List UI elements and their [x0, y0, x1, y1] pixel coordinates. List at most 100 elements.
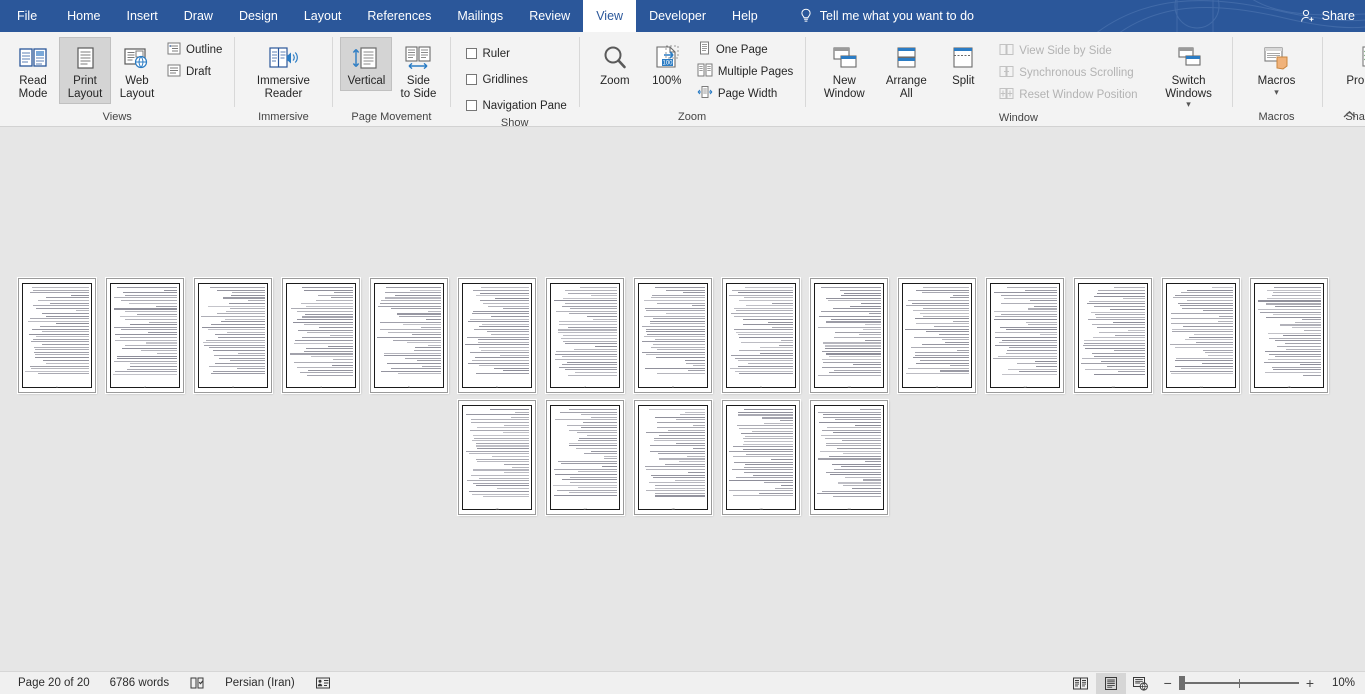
page-number: 10 [847, 385, 851, 389]
page-thumbnail[interactable]: 3 [194, 278, 272, 393]
read-mode-button[interactable]: Read Mode [7, 37, 59, 104]
page-thumbnail[interactable]: 15 [1250, 278, 1328, 393]
new-window-button[interactable]: New Window [813, 37, 875, 104]
tab-home[interactable]: Home [54, 0, 113, 32]
page-thumbnail[interactable]: 12 [986, 278, 1064, 393]
page-thumbnail[interactable]: 20 [810, 400, 888, 515]
tell-me-search[interactable]: Tell me what you want to do [799, 0, 974, 32]
page-thumbnail[interactable]: 18 [634, 400, 712, 515]
page-number: 16 [495, 507, 499, 511]
page-width-button[interactable]: Page Width [693, 83, 799, 104]
text-line [512, 466, 529, 468]
navigation-pane-checkbox[interactable]: Navigation Pane [462, 95, 572, 116]
share-button[interactable]: Share [1300, 0, 1355, 32]
page-thumbnail[interactable]: 7 [546, 278, 624, 393]
language-indicator[interactable]: Persian (Iran) [215, 677, 305, 689]
synchronous-scrolling-button[interactable]: Synchronous Scrolling [995, 62, 1143, 83]
arrange-all-button[interactable]: Arrange All [875, 37, 937, 104]
accessibility-button[interactable] [305, 676, 341, 690]
page-thumbnail[interactable]: 14 [1162, 278, 1240, 393]
tab-layout[interactable]: Layout [291, 0, 355, 32]
page-thumbnail[interactable]: 17 [546, 400, 624, 515]
text-line [305, 348, 353, 350]
reset-window-position-button[interactable]: Reset Window Position [995, 84, 1143, 105]
page-number: 1 [56, 385, 58, 389]
text-line [204, 344, 265, 346]
page-thumbnail[interactable]: 19 [722, 400, 800, 515]
text-line [821, 366, 881, 369]
tab-view[interactable]: View [583, 0, 637, 32]
page-thumbnail[interactable]: 6 [458, 278, 536, 393]
view-side-by-side-button[interactable]: View Side by Side [995, 40, 1143, 61]
page-thumbnail[interactable]: 16 [458, 400, 536, 515]
page-thumbnail[interactable]: 2 [106, 278, 184, 393]
page-thumbnail[interactable]: 8 [634, 278, 712, 393]
page-content [550, 405, 620, 510]
text-line [35, 336, 89, 338]
switch-windows-button[interactable]: Switch Windows ▾ [1152, 37, 1226, 111]
zoom-button[interactable]: Zoom [589, 37, 641, 91]
text-line [123, 292, 177, 294]
text-line [1264, 351, 1321, 353]
page-thumbnail[interactable]: 11 [898, 278, 976, 393]
tab-draw[interactable]: Draw [171, 0, 226, 32]
print-layout-view-button[interactable] [1095, 672, 1126, 694]
tab-mailings[interactable]: Mailings [444, 0, 516, 32]
text-line [570, 308, 617, 310]
print-layout-icon [72, 41, 98, 75]
text-line [603, 455, 617, 457]
tab-file[interactable]: File [0, 0, 54, 32]
tab-review[interactable]: Review [516, 0, 583, 32]
proofing-errors-button[interactable] [179, 676, 215, 690]
multiple-pages-button[interactable]: Multiple Pages [693, 61, 799, 82]
immersive-reader-button[interactable]: Immersive Reader [246, 37, 320, 104]
text-line [1172, 331, 1233, 333]
page-content [462, 283, 532, 388]
text-line [417, 360, 441, 362]
web-layout-button[interactable]: Web Layout [111, 37, 163, 104]
text-line [1257, 308, 1321, 310]
word-count[interactable]: 6786 words [100, 677, 179, 689]
print-layout-button[interactable]: Print Layout [59, 37, 111, 104]
text-line [1083, 340, 1145, 342]
one-page-button[interactable]: One Page [693, 39, 799, 60]
text-line [476, 445, 529, 447]
read-mode-view-button[interactable] [1066, 673, 1096, 694]
macros-button[interactable]: Macros ▾ [1246, 37, 1308, 99]
side-to-side-button[interactable]: Side to Side [392, 37, 444, 104]
page-thumbnail[interactable]: 13 [1074, 278, 1152, 393]
page-indicator[interactable]: Page 20 of 20 [8, 677, 100, 689]
text-line [148, 321, 177, 323]
text-line [1205, 352, 1233, 354]
zoom-100-button[interactable]: 100 100% [641, 37, 693, 91]
web-layout-view-button[interactable] [1126, 673, 1156, 694]
collapse-ribbon-button[interactable] [1341, 106, 1357, 122]
print-layout-view-icon [1104, 676, 1117, 690]
page-thumbnail[interactable]: 9 [722, 278, 800, 393]
zoom-in-button[interactable]: + [1306, 676, 1314, 690]
ruler-checkbox[interactable]: Ruler [462, 43, 572, 64]
page-thumbnail[interactable]: 1 [18, 278, 96, 393]
tab-design[interactable]: Design [226, 0, 291, 32]
tab-developer[interactable]: Developer [636, 0, 719, 32]
zoom-out-button[interactable]: − [1164, 676, 1172, 690]
outline-button[interactable]: Outline [163, 39, 228, 60]
draft-button[interactable]: Draft [163, 61, 228, 82]
zoom-slider[interactable] [1178, 676, 1299, 690]
document-canvas[interactable]: 1 2 3 4 5 6 7 8 9 10 11 12 13 14 15 16 17 18 19 20 [0, 128, 1365, 671]
zoom-slider-thumb[interactable] [1178, 676, 1185, 690]
zoom-level-label[interactable]: 10% [1321, 677, 1355, 689]
gridlines-checkbox[interactable]: Gridlines [462, 69, 572, 90]
text-line [41, 312, 89, 314]
vertical-button[interactable]: Vertical [340, 37, 393, 91]
properties-button[interactable]: S Properties [1336, 37, 1365, 91]
one-page-label: One Page [715, 43, 768, 56]
tab-insert[interactable]: Insert [114, 0, 171, 32]
page-thumbnail[interactable]: 5 [370, 278, 448, 393]
split-button[interactable]: Split [937, 37, 989, 91]
page-thumbnail[interactable]: 10 [810, 278, 888, 393]
text-line [740, 342, 793, 344]
tab-help[interactable]: Help [719, 0, 771, 32]
page-thumbnail[interactable]: 4 [282, 278, 360, 393]
tab-references[interactable]: References [354, 0, 444, 32]
